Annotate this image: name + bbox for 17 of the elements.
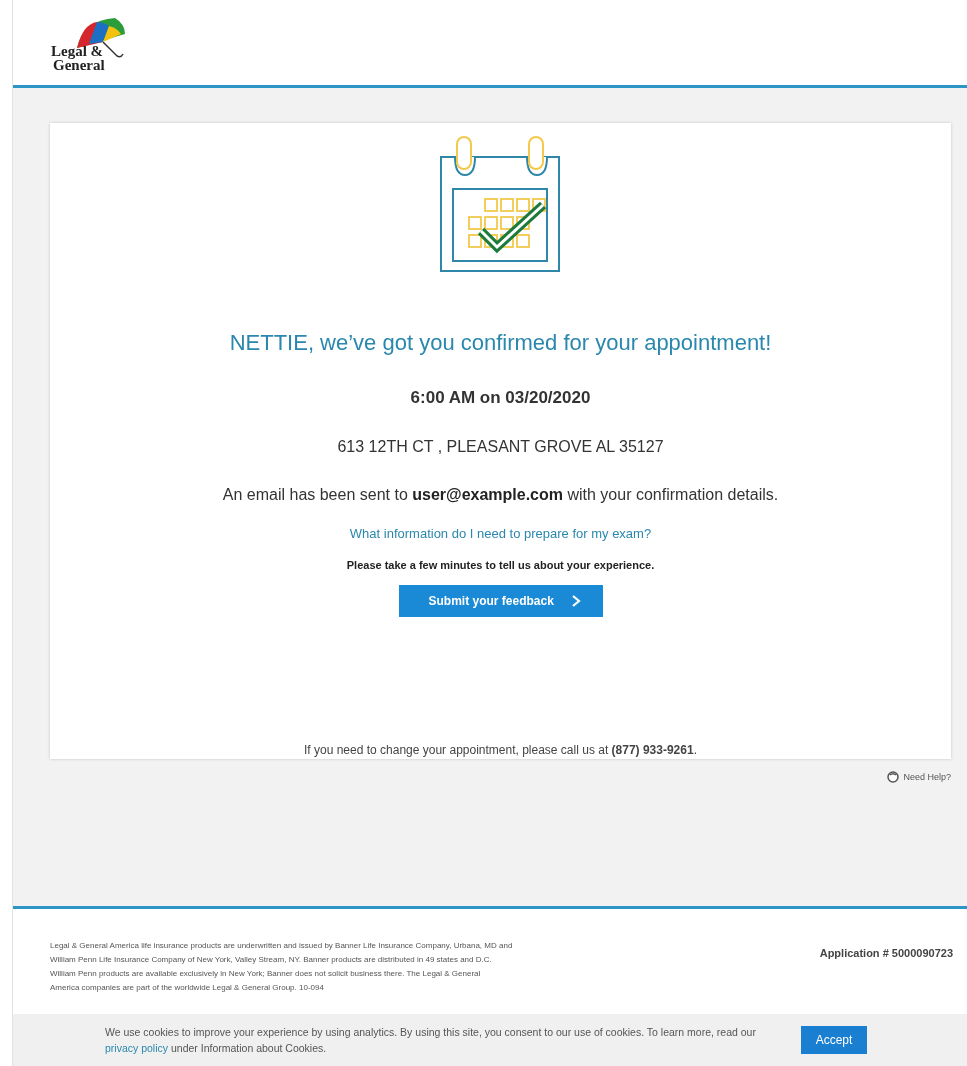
privacy-policy-link[interactable]: privacy policy [105,1042,169,1054]
confirmation-heading: NETTIE, we’ve got you confirmed for your appointment! [229,330,772,356]
cookie-notice: We use cookies to improve your experience by using analytics. By using this site, you consent to our use of cookies. To learn more, read our privacy policy under Information about Cookies. [105,1025,757,1056]
feedback-button[interactable]: Submit your feedback [398,585,603,617]
application-number: Application # 5000090723 [819,946,953,961]
accept-button[interactable]: Accept [801,1026,867,1054]
change-note: If you need to change your appointment, please call us at (877) 933-9261. [304,743,697,757]
prepare-link[interactable]: What information do I need to prepare for my exam? [349,526,652,541]
chevron-right-icon [570,594,581,608]
disclaimer-text: Legal & General America life insurance products are underwritten and issued by Banner Life Insurance Company, Urbana, MD and William Penn Life Insurance Company of New York, Valley Stream, NY. Banner products are distributed in 49 states and D.C. William Penn products are available exclusively in New York; Banner does not solicit business there. The Legal & General America companies are part of the worldwide Legal & General Group. 10-094 [50,940,513,994]
appointment-address: 613 12TH CT , PLEASANT GROVE AL 35127 [337,438,664,456]
feedback-prompt: Please take a few minutes to tell us about your experience. [346,559,655,571]
logo-text: Legal & [51,43,105,58]
help-icon [887,771,900,783]
appointment-time: 6:00 AM on 03/20/2020 [410,388,591,408]
help-link[interactable]: Need Help? [887,771,951,783]
email-note: An email has been sent to user@example.com with your confirmation details. [222,486,779,504]
